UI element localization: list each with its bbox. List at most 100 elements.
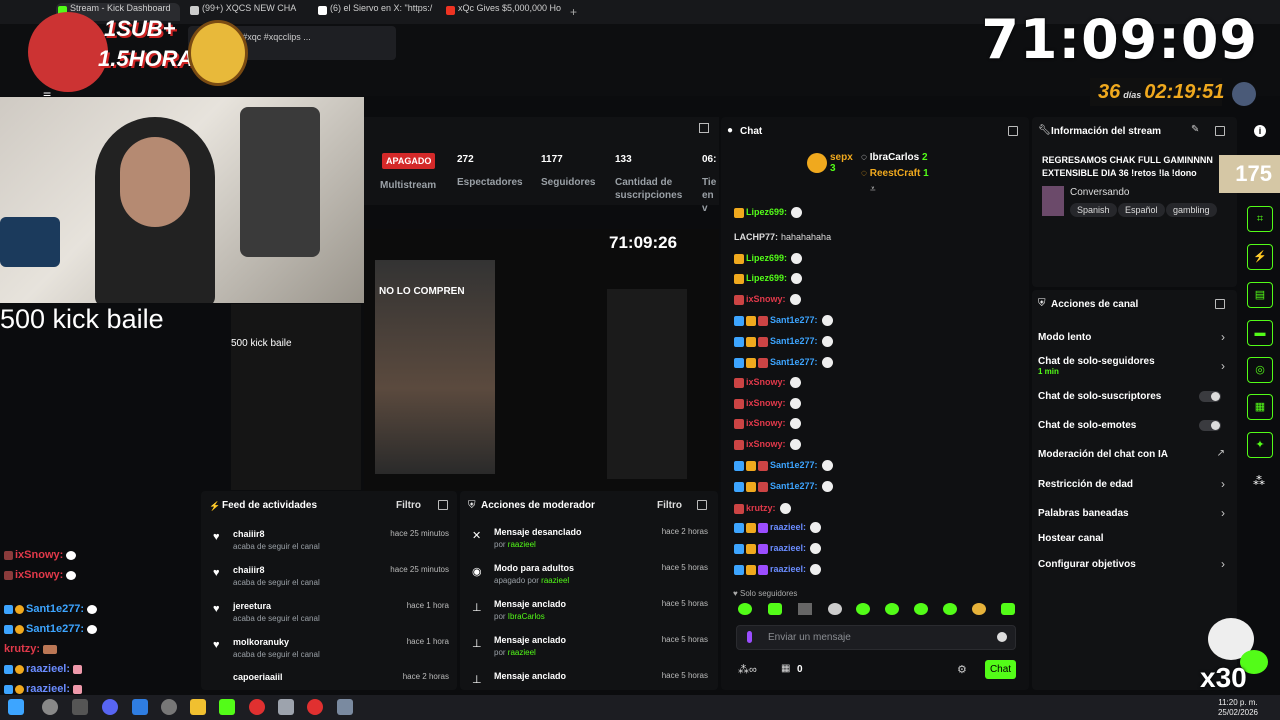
- gear-icon[interactable]: ⚙: [957, 663, 967, 676]
- emote-icon[interactable]: [1001, 603, 1015, 615]
- chat-username[interactable]: ixSnowy:: [746, 294, 786, 304]
- chat-username[interactable]: Sant1e277:: [770, 315, 818, 325]
- chat-username[interactable]: Sant1e277:: [770, 481, 818, 491]
- chat-message[interactable]: krutzy:: [734, 503, 791, 515]
- chat-message[interactable]: raazieel:: [734, 522, 822, 534]
- emote-icon[interactable]: [943, 603, 957, 615]
- chat-message[interactable]: ixSnowy:: [734, 377, 801, 389]
- chat-message[interactable]: LACHP77: hahahahaha: [734, 232, 831, 242]
- chat-username[interactable]: raazieel:: [770, 543, 806, 553]
- chat-message[interactable]: raazieel:: [734, 564, 822, 576]
- expand-icon[interactable]: [699, 123, 709, 133]
- emote-icon[interactable]: [972, 603, 986, 615]
- chat-message[interactable]: Sant1e277:: [734, 357, 833, 369]
- chat-message[interactable]: ixSnowy:: [734, 418, 801, 430]
- chat-message[interactable]: ixSnowy:: [734, 294, 801, 306]
- emote-icon[interactable]: [768, 603, 782, 615]
- settings-icon[interactable]: [337, 699, 353, 715]
- chat-message[interactable]: Lipez699:: [734, 253, 803, 265]
- system-clock[interactable]: 11:20 p. m. 25/02/2026: [1218, 698, 1258, 718]
- search-icon[interactable]: [42, 699, 58, 715]
- avatar[interactable]: [1232, 82, 1256, 106]
- chat-message[interactable]: ixSnowy:: [734, 439, 801, 451]
- subs-only-toggle[interactable]: [1199, 391, 1221, 402]
- action-goals[interactable]: Configurar objetivos: [1038, 559, 1237, 570]
- chat-username[interactable]: Lipez699:: [746, 273, 787, 283]
- stream-preview[interactable]: NO LO COMPREN 71:09:26: [364, 229, 719, 491]
- points-icon[interactable]: ⁂∞: [738, 663, 757, 676]
- chat-message[interactable]: Sant1e277:: [734, 460, 833, 472]
- chat-message[interactable]: Sant1e277:: [734, 315, 833, 327]
- task-view-icon[interactable]: [72, 699, 88, 715]
- chat-username[interactable]: Sant1e277:: [770, 460, 818, 470]
- badge-icon: [734, 460, 744, 471]
- filter-button[interactable]: Filtro: [657, 500, 682, 511]
- chat-message[interactable]: Sant1e277:: [734, 336, 833, 348]
- action-banned-words[interactable]: Palabras baneadas: [1038, 508, 1237, 519]
- chat-message[interactable]: Lipez699:: [734, 207, 803, 219]
- connections-icon[interactable]: ⁂: [1253, 474, 1265, 488]
- chat-username[interactable]: Lipez699:: [746, 253, 787, 263]
- emote-icon[interactable]: [856, 603, 870, 615]
- chat-username[interactable]: ixSnowy:: [746, 377, 786, 387]
- folder-icon[interactable]: [190, 699, 206, 715]
- multistream-label[interactable]: Multistream: [380, 180, 436, 191]
- chat-username[interactable]: Sant1e277:: [770, 357, 818, 367]
- chat-message[interactable]: Lipez699:: [734, 273, 803, 285]
- chat-username[interactable]: Sant1e277:: [770, 336, 818, 346]
- windows-start-icon[interactable]: [8, 699, 24, 715]
- chat-message[interactable]: ixSnowy:: [734, 398, 801, 410]
- chat-username[interactable]: ixSnowy:: [746, 418, 786, 428]
- layout-icon[interactable]: ▦: [1247, 394, 1273, 420]
- broadcast-icon[interactable]: ◎: [1247, 357, 1273, 383]
- emotes-only-toggle[interactable]: [1199, 420, 1221, 431]
- chat-username[interactable]: ixSnowy:: [746, 398, 786, 408]
- chat-username[interactable]: ixSnowy:: [746, 439, 786, 449]
- emote-icon[interactable]: [885, 603, 899, 615]
- wrench-icon[interactable]: ✦: [1247, 432, 1273, 458]
- emote-icon[interactable]: [914, 603, 928, 615]
- emote-icon[interactable]: [738, 603, 752, 615]
- chat-message[interactable]: raazieel:: [734, 543, 822, 555]
- gamepad-icon[interactable]: [219, 699, 235, 715]
- emoji-icon[interactable]: [997, 632, 1007, 642]
- chat-username[interactable]: Lipez699:: [746, 207, 787, 217]
- app-icon[interactable]: [278, 699, 294, 715]
- edit-icon[interactable]: ✎: [1191, 124, 1199, 135]
- chat-username[interactable]: LACHP77:: [734, 232, 778, 242]
- chat-input[interactable]: Enviar un mensaje: [736, 625, 1016, 650]
- action-age-restriction[interactable]: Restricción de edad: [1038, 479, 1237, 490]
- action-ai-moderation[interactable]: Moderación del chat con IA: [1038, 449, 1237, 460]
- tab-x-siervo[interactable]: (6) el Siervo en X: "https:/: [316, 3, 440, 21]
- gift-icon[interactable]: ▦: [781, 663, 790, 674]
- collapse-icon[interactable]: ⩡: [870, 184, 876, 195]
- discord-icon[interactable]: [102, 699, 118, 715]
- tab-youtube-xqc[interactable]: xQc Gives $5,000,000 Ho: [444, 3, 564, 21]
- filter-button[interactable]: Filtro: [396, 500, 421, 511]
- steam-icon[interactable]: [161, 699, 177, 715]
- expand-icon[interactable]: [1008, 126, 1018, 136]
- info-icon[interactable]: i: [1254, 125, 1266, 137]
- document-icon[interactable]: ▤: [1247, 282, 1273, 308]
- chat-username[interactable]: krutzy:: [746, 503, 776, 513]
- opera-icon[interactable]: [307, 699, 323, 715]
- chat-username[interactable]: raazieel:: [770, 564, 806, 574]
- emote-icon[interactable]: [828, 603, 842, 615]
- clip-icon[interactable]: ⌗: [1247, 206, 1273, 232]
- chat-bubble-icon[interactable]: ▬: [1247, 320, 1273, 346]
- chat-username[interactable]: raazieel:: [770, 522, 806, 532]
- action-followers-only[interactable]: Chat de solo-seguidores 1 min: [1038, 356, 1237, 376]
- send-chat-button[interactable]: Chat: [985, 660, 1016, 679]
- action-host-channel[interactable]: Hostear canal: [1038, 533, 1237, 544]
- expand-icon[interactable]: [438, 500, 448, 510]
- bolt-icon[interactable]: ⚡: [1247, 244, 1273, 270]
- action-slow-mode[interactable]: Modo lento: [1038, 332, 1237, 343]
- expand-icon[interactable]: [697, 500, 707, 510]
- expand-icon[interactable]: [1215, 126, 1225, 136]
- emote-icon[interactable]: [798, 603, 812, 615]
- obs-icon[interactable]: [249, 699, 265, 715]
- new-tab-button[interactable]: +: [570, 5, 577, 19]
- expand-icon[interactable]: [1215, 299, 1225, 309]
- chat-message[interactable]: Sant1e277:: [734, 481, 833, 493]
- calendar-icon[interactable]: [132, 699, 148, 715]
